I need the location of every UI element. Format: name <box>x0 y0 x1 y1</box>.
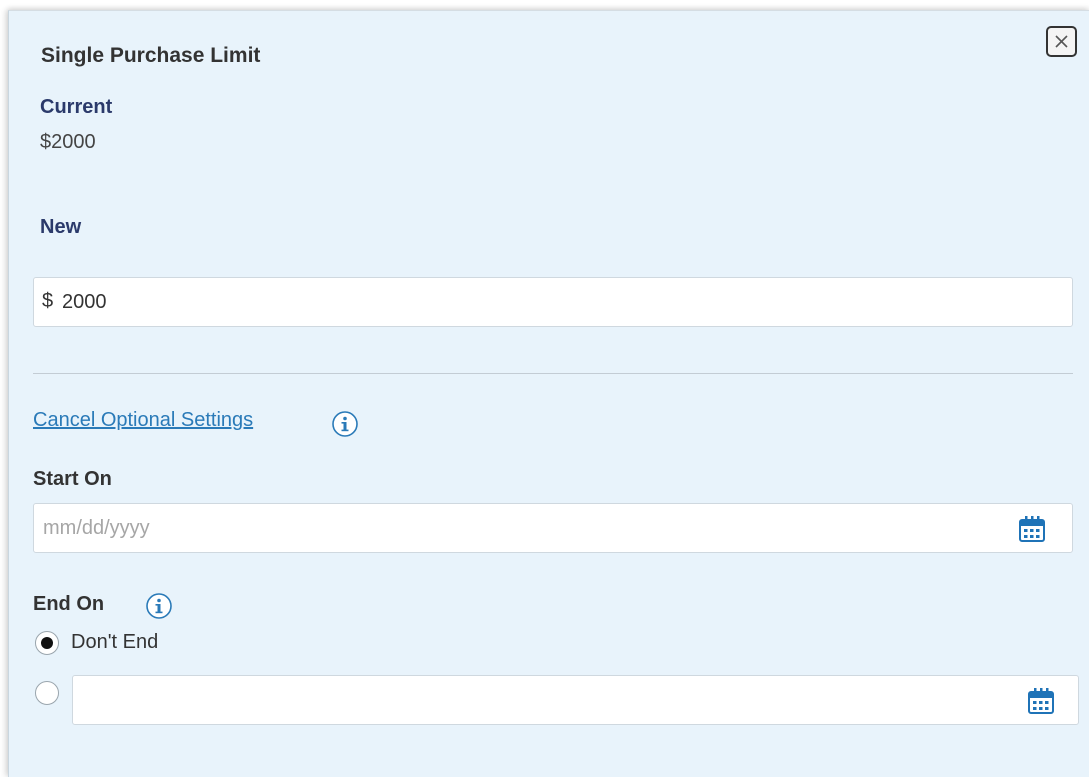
close-icon <box>1055 35 1068 48</box>
info-icon[interactable] <box>330 409 360 439</box>
info-icon[interactable] <box>144 591 174 621</box>
close-button[interactable] <box>1046 26 1077 57</box>
dont-end-radio[interactable] <box>35 631 59 655</box>
start-on-label: Start On <box>33 468 112 490</box>
section-divider <box>33 373 1073 374</box>
calendar-icon[interactable] <box>1026 686 1056 716</box>
current-label: Current <box>40 96 113 118</box>
end-on-label: End On <box>33 593 105 615</box>
dialog-title: Single Purchase Limit <box>41 44 261 67</box>
calendar-icon[interactable] <box>1017 514 1047 544</box>
start-date-field[interactable] <box>33 503 1073 553</box>
new-amount-field[interactable]: $ <box>33 277 1073 327</box>
cancel-optional-settings-link[interactable]: Cancel Optional Settings <box>33 409 253 432</box>
dont-end-label[interactable]: Don't End <box>71 631 158 654</box>
end-date-field[interactable] <box>72 675 1079 725</box>
current-value: $2000 <box>40 131 96 153</box>
end-date-input[interactable] <box>82 685 1042 715</box>
end-date-radio[interactable] <box>35 681 59 705</box>
currency-symbol: $ <box>42 290 54 312</box>
purchase-limit-dialog: Single Purchase Limit Current $2000 New … <box>8 10 1089 777</box>
start-date-input[interactable] <box>43 513 1003 543</box>
new-amount-input[interactable] <box>62 286 1022 318</box>
new-label: New <box>40 216 82 238</box>
